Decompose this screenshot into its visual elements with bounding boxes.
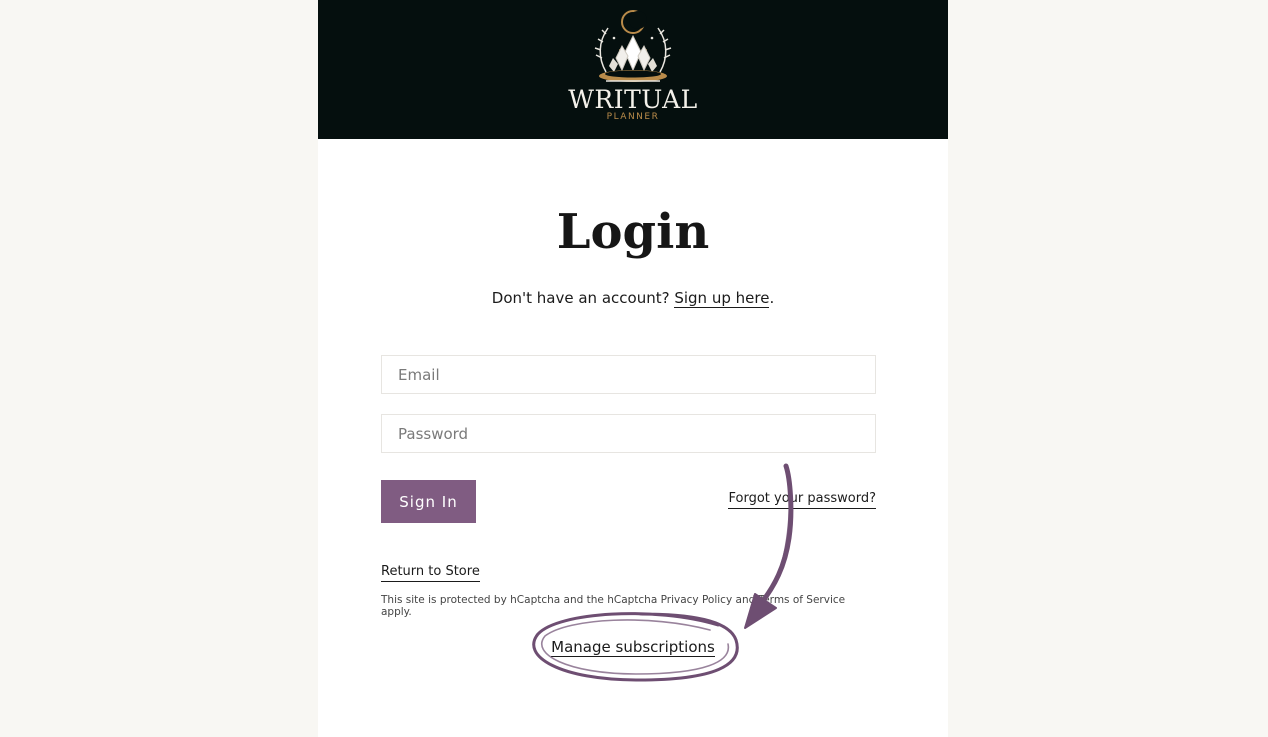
signup-prompt-text: Don't have an account? xyxy=(491,289,670,307)
signup-suffix: . xyxy=(769,289,775,307)
password-field[interactable] xyxy=(381,414,876,453)
hcaptcha-notice: This site is protected by hCaptcha and t… xyxy=(381,594,846,618)
forgot-password-link[interactable]: Forgot your password? xyxy=(728,490,876,509)
page-title: Login xyxy=(556,204,710,260)
store-logo-link[interactable]: WRITUAL PLANNER xyxy=(562,8,704,128)
logo-subtitle: PLANNER xyxy=(606,112,660,122)
manage-subscriptions-link[interactable]: Manage subscriptions xyxy=(551,638,715,657)
email-field[interactable] xyxy=(381,355,876,394)
signup-link[interactable]: Sign up here xyxy=(674,289,770,308)
crystal-moon-emblem-icon xyxy=(594,10,672,82)
page-card: WRITUAL PLANNER Login Don't have an acco… xyxy=(318,0,948,737)
signup-prompt: Don't have an account? Sign up here. xyxy=(318,287,948,309)
sign-in-button[interactable]: Sign In xyxy=(381,480,476,523)
logo-wordmark: WRITUAL xyxy=(568,85,698,114)
return-to-store-link[interactable]: Return to Store xyxy=(381,563,480,582)
site-header: WRITUAL PLANNER xyxy=(318,0,948,139)
manage-subscriptions-wrapper: Manage subscriptions xyxy=(318,637,948,657)
